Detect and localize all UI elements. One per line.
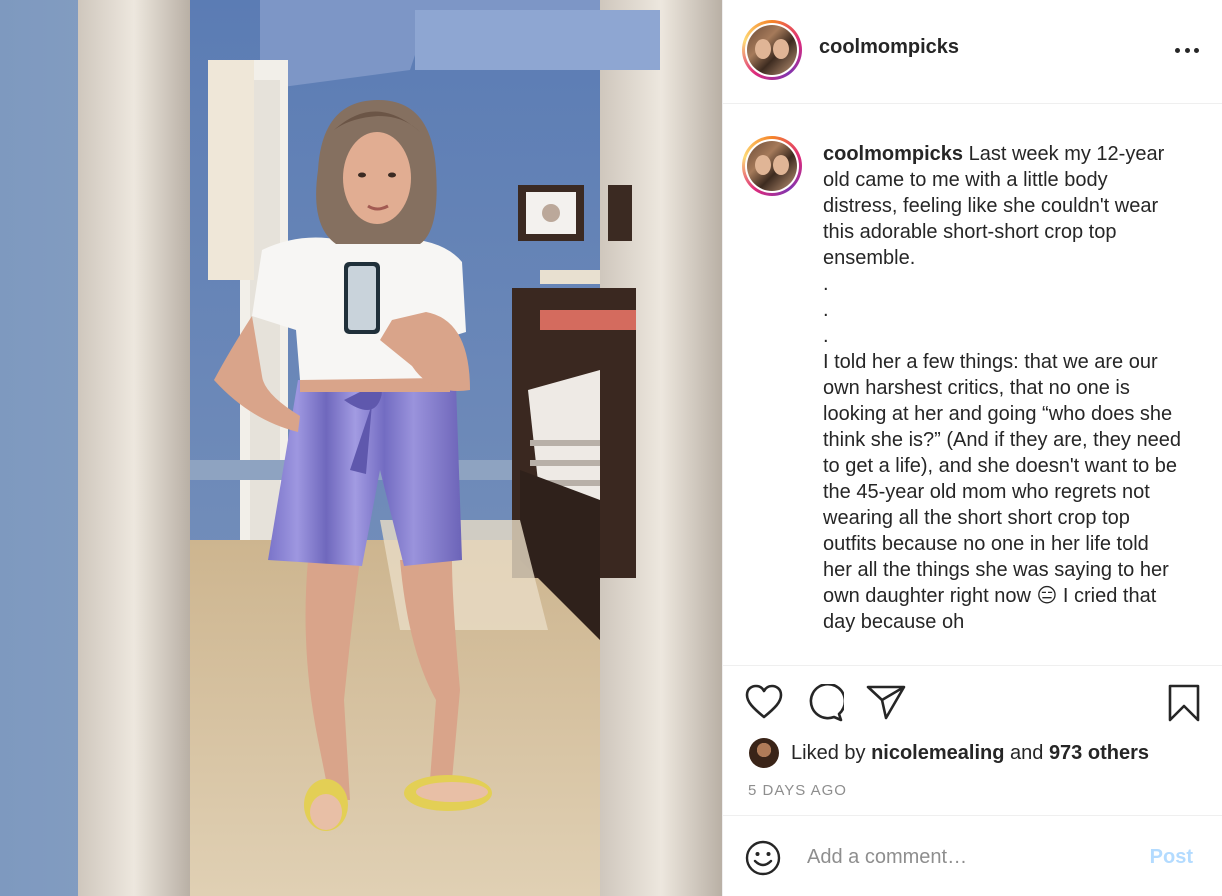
more-options-icon[interactable]: [1175, 44, 1199, 56]
caption: coolmompicks Last week my 12-year old ca…: [823, 141, 1183, 635]
post-timestamp[interactable]: 5 DAYS AGO: [748, 782, 847, 799]
post-header: coolmompicks: [723, 0, 1222, 104]
caption-avatar[interactable]: [742, 136, 802, 196]
emoji-icon[interactable]: [745, 840, 781, 881]
comment-input[interactable]: [807, 842, 1137, 872]
mirror-selfie-image: [0, 0, 722, 896]
likes-prefix: Liked by: [791, 741, 866, 764]
caption-username[interactable]: coolmompicks: [823, 143, 963, 165]
likes-count[interactable]: 973 others: [1049, 742, 1149, 765]
heart-icon[interactable]: [745, 684, 783, 725]
comment-icon[interactable]: [806, 682, 847, 727]
likes-connector: and: [1010, 741, 1044, 764]
post-username[interactable]: coolmompicks: [819, 36, 959, 59]
caption-text: Last week my 12-year old came to me with…: [823, 143, 1181, 633]
add-comment-bar: Post: [723, 815, 1222, 896]
post-details-panel: coolmompicks coolmompicks Last week my 1…: [722, 0, 1222, 896]
post-button[interactable]: Post: [1150, 846, 1193, 869]
likes-summary: Liked by nicolemealing and 973 others: [749, 738, 1149, 768]
avatar[interactable]: [742, 20, 802, 80]
share-icon[interactable]: [866, 684, 906, 725]
post-actions: Liked by nicolemealing and 973 others 5 …: [723, 665, 1222, 815]
post-photo: [0, 0, 722, 896]
liker-username[interactable]: nicolemealing: [871, 742, 1004, 765]
liker-avatar[interactable]: [749, 738, 779, 768]
comments-area: coolmompicks Last week my 12-year old ca…: [723, 105, 1222, 665]
bookmark-icon[interactable]: [1167, 684, 1201, 727]
